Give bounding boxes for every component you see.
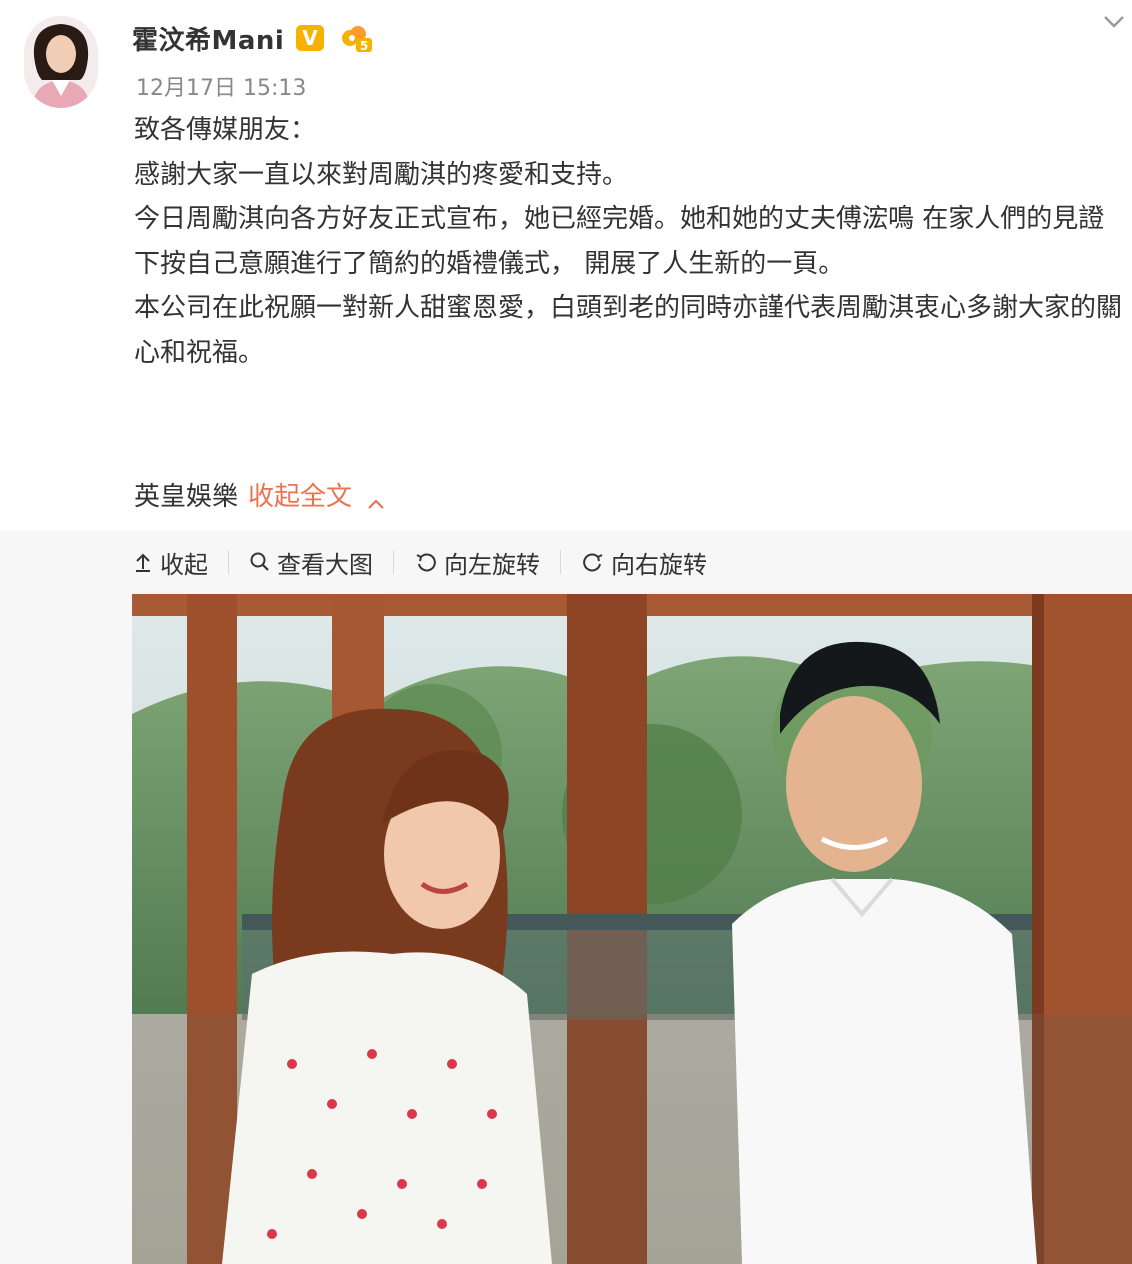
weibo-post: 霍汶希Mani V 5 12月17日 15:13 致各傳媒朋友： 感謝大家一直以…: [0, 0, 1132, 530]
level-number: 5: [360, 39, 368, 53]
rotate-left-label: 向左旋转: [444, 550, 540, 579]
verified-icon: V: [296, 25, 324, 51]
level-badge-icon: 5: [338, 20, 374, 56]
image-toolbar: 收起 查看大图 向左旋转 向右旋转: [132, 540, 707, 584]
signature-text: 英皇娛樂: [134, 482, 239, 512]
couple-photo-image: [132, 594, 1132, 1264]
chevron-up-icon[interactable]: [366, 488, 386, 509]
collapse-text-link[interactable]: 收起全文: [248, 476, 352, 513]
post-photo[interactable]: [132, 594, 1132, 1264]
rotate-left-button[interactable]: 向左旋转: [414, 545, 540, 580]
post-text: 致各傳媒朋友： 感謝大家一直以來對周勵淇的疼愛和支持。 今日周勵淇向各方好友正式…: [134, 108, 1124, 375]
rotate-right-icon: [583, 553, 603, 572]
post-paragraph: 今日周勵淇向各方好友正式宣布，她已經完婚。她和她的丈夫傅浤鳴 在家人們的見證下按…: [134, 204, 1105, 279]
post-paragraph: 感謝大家一直以來對周勵淇的疼愛和支持。: [134, 159, 629, 190]
view-large-label: 查看大图: [277, 550, 373, 579]
collapse-button[interactable]: 收起: [132, 545, 208, 580]
avatar[interactable]: [24, 16, 98, 108]
arrow-up-icon: [136, 553, 150, 572]
toolbar-divider: [228, 550, 229, 574]
post-paragraph: 本公司在此祝願一對新人甜蜜恩愛，白頭到老的同時亦謹代表周勵淇衷心多謝大家的關心和…: [134, 293, 1123, 368]
rotate-left-icon: [416, 553, 436, 572]
chevron-down-icon[interactable]: [1100, 10, 1128, 32]
search-icon: [250, 552, 269, 571]
rotate-right-label: 向右旋转: [611, 550, 707, 579]
collapse-label: 收起: [160, 550, 208, 579]
post-timestamp[interactable]: 12月17日 15:13: [136, 70, 306, 102]
post-signature-line: 英皇娛樂 收起全文: [134, 476, 386, 513]
user-name[interactable]: 霍汶希Mani: [132, 20, 284, 57]
toolbar-divider: [560, 550, 561, 574]
rotate-right-button[interactable]: 向右旋转: [581, 545, 707, 580]
toolbar-divider: [393, 550, 394, 574]
view-large-button[interactable]: 查看大图: [249, 545, 373, 580]
post-paragraph: 致各傳媒朋友：: [134, 115, 317, 145]
